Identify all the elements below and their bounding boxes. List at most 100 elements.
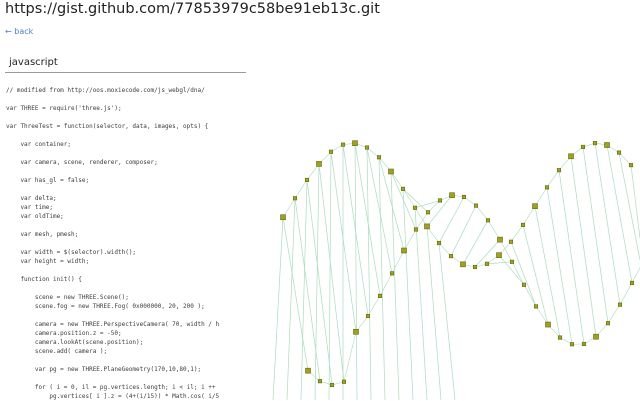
helix-node (365, 146, 369, 150)
helix-node (342, 380, 346, 384)
helix-node (605, 143, 610, 148)
helix-strut (307, 180, 332, 385)
helix-strut (524, 285, 536, 307)
helix-strut (595, 143, 620, 305)
helix-node (617, 151, 621, 155)
helix-strut (607, 145, 632, 283)
helix-node (474, 204, 478, 208)
helix-node (497, 253, 502, 258)
helix-node (521, 223, 525, 227)
helix-strut (547, 170, 559, 187)
helix-strut (427, 226, 441, 400)
helix-strut (273, 217, 283, 400)
helix-strut (583, 147, 608, 323)
helix-node (485, 262, 489, 266)
helix-strut (379, 157, 385, 400)
helix-node (305, 178, 309, 182)
helix-strut (301, 180, 307, 400)
helix-node (558, 336, 562, 340)
helix-strut (511, 225, 523, 242)
helix-node (377, 156, 381, 160)
helix-strut (391, 172, 416, 230)
helix-strut (355, 143, 357, 400)
helix-strut (512, 262, 524, 285)
helix-node (366, 314, 370, 318)
helix-node (630, 281, 634, 285)
helix-node (354, 329, 359, 334)
helix-node (557, 168, 561, 172)
helix-node (449, 254, 453, 258)
helix-strut (619, 153, 640, 260)
helix-strut (319, 164, 344, 382)
helix-strut (331, 152, 356, 332)
helix-node (486, 219, 490, 223)
helix-strut (476, 206, 488, 221)
helix-strut (287, 198, 295, 400)
helix-node (545, 186, 549, 190)
dna-helix-visualization (0, 0, 640, 400)
helix-node (390, 272, 394, 276)
helix-strut (523, 206, 535, 225)
helix-node (534, 305, 538, 309)
helix-node (461, 262, 466, 267)
helix-node (318, 379, 322, 383)
helix-node (306, 368, 311, 373)
helix-node (329, 150, 333, 154)
helix-node (330, 383, 334, 387)
helix-strut (631, 165, 640, 238)
helix-strut (295, 180, 307, 198)
helix-node (462, 195, 466, 199)
helix-node (510, 260, 514, 264)
helix-strut (344, 332, 356, 382)
helix-node (281, 215, 286, 220)
helix-node (426, 211, 430, 215)
helix-strut (403, 189, 413, 400)
helix-node (606, 321, 610, 325)
helix-node (533, 204, 538, 209)
helix-node (413, 206, 417, 210)
helix-node (509, 240, 513, 244)
helix-node (593, 141, 597, 145)
helix-strut (571, 156, 596, 336)
helix-strut (523, 225, 548, 325)
helix-node (582, 342, 586, 346)
helix-strut (439, 243, 455, 400)
helix-strut (367, 148, 371, 400)
helix-node (522, 283, 526, 287)
helix-node (425, 224, 430, 229)
helix-strut (620, 283, 632, 305)
helix-strut (283, 217, 308, 370)
helix-strut (439, 197, 464, 243)
helix-strut (499, 255, 524, 285)
helix-node (317, 161, 322, 166)
helix-node (618, 303, 622, 307)
helix-node (473, 265, 477, 269)
helix-node (293, 197, 297, 201)
helix-strut (632, 260, 640, 283)
helix-node (498, 237, 503, 242)
helix-node (401, 187, 405, 191)
helix-node (389, 169, 394, 174)
helix-node (594, 334, 599, 339)
helix-node (378, 294, 382, 298)
helix-strut (487, 262, 512, 264)
helix-strut (488, 220, 500, 239)
helix-node (438, 199, 442, 203)
helix-strut (463, 220, 488, 264)
helix-strut (404, 229, 416, 250)
helix-strut (559, 170, 584, 344)
helix-node (450, 193, 455, 198)
helix-node (581, 145, 585, 149)
helix-node (437, 241, 441, 245)
helix-node (546, 322, 551, 327)
helix-node (569, 154, 574, 159)
helix-strut (315, 164, 319, 400)
helix-strut (535, 187, 547, 206)
helix-node (570, 343, 574, 347)
helix-strut (415, 208, 427, 400)
helix-node (402, 248, 407, 253)
helix-node (353, 141, 358, 146)
helix-node (629, 163, 633, 167)
helix-strut (295, 198, 320, 381)
helix-node (414, 228, 418, 232)
